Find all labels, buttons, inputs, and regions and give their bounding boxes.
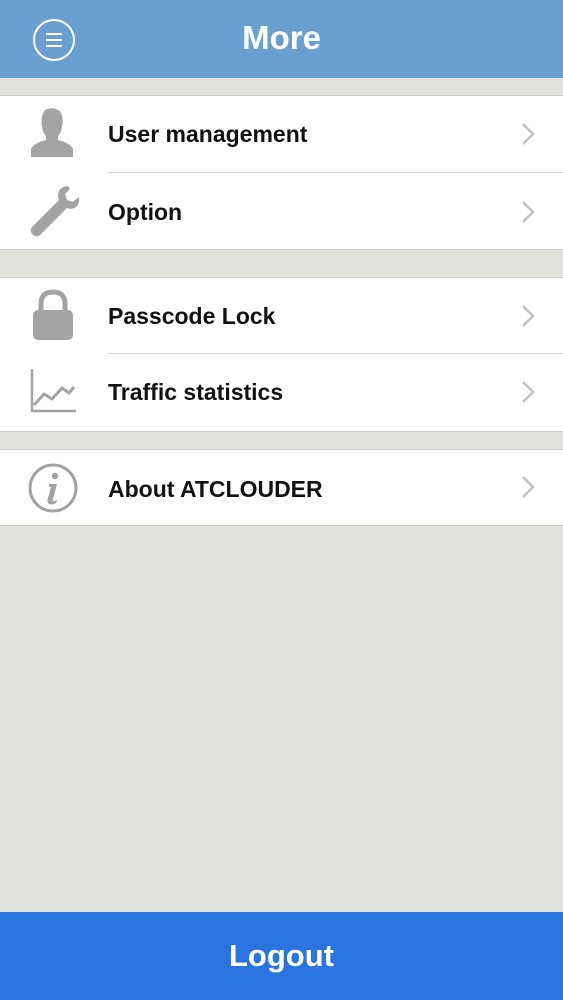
row-label: Option — [108, 199, 183, 225]
settings-group-about: About ATCLOUDER — [0, 449, 563, 526]
chevron-right-icon — [522, 305, 535, 327]
settings-group-account: User management Option — [0, 95, 563, 250]
row-option[interactable]: Option — [0, 173, 563, 250]
row-label: Traffic statistics — [108, 379, 284, 405]
padlock-icon — [33, 289, 73, 340]
row-about[interactable]: About ATCLOUDER — [0, 450, 563, 525]
row-label: Passcode Lock — [108, 303, 276, 329]
row-traffic-statistics[interactable]: Traffic statistics — [0, 354, 563, 431]
line-chart-icon — [30, 369, 76, 413]
user-silhouette-icon — [31, 108, 73, 157]
row-label: User management — [108, 121, 308, 147]
chevron-right-icon — [522, 476, 535, 498]
logout-button[interactable]: Logout — [0, 912, 563, 1000]
row-passcode-lock[interactable]: Passcode Lock — [0, 278, 563, 354]
row-label: About ATCLOUDER — [108, 476, 323, 502]
wrench-icon — [30, 186, 80, 237]
page-title: More — [242, 19, 321, 56]
chevron-right-icon — [522, 381, 535, 403]
settings-group-security: Passcode Lock Traffic statistics — [0, 277, 563, 432]
info-circle-icon — [28, 463, 78, 513]
chevron-right-icon — [522, 123, 535, 145]
nav-bar: More — [0, 0, 563, 78]
row-user-management[interactable]: User management — [0, 96, 563, 173]
chevron-right-icon — [522, 201, 535, 223]
